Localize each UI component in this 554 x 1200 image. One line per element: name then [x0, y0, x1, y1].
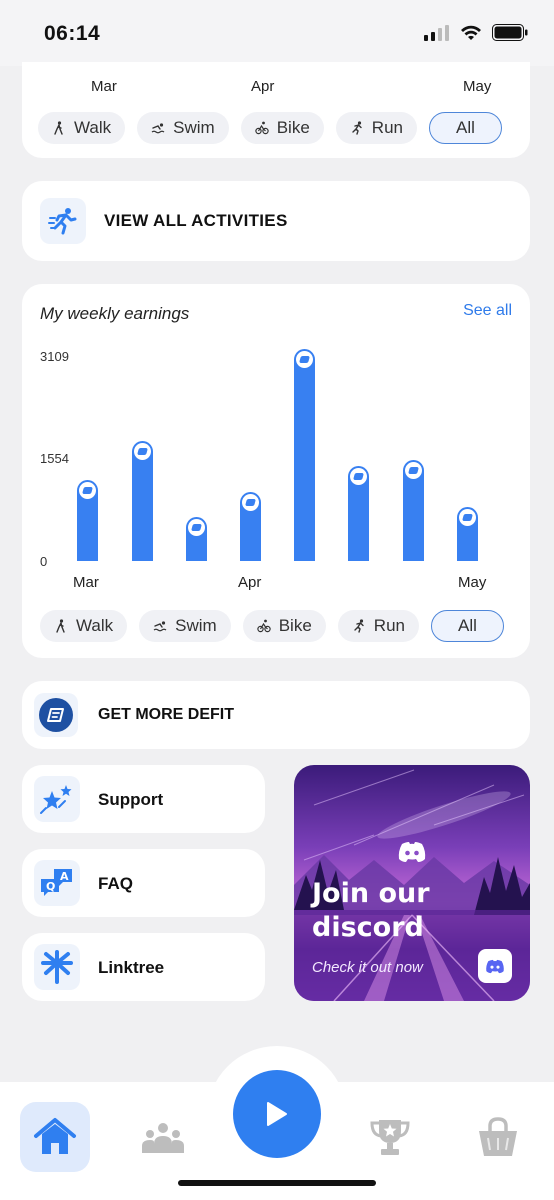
- filter-all[interactable]: All: [430, 610, 504, 642]
- y-tick-label: 1554: [40, 451, 69, 466]
- defit-coin-icon: [459, 508, 476, 526]
- discord-logo-icon: [398, 842, 426, 862]
- filter-label: Run: [371, 118, 403, 137]
- support-button[interactable]: Support: [22, 765, 265, 833]
- defit-coin-icon: [79, 482, 96, 500]
- filter-bike[interactable]: Bike: [240, 112, 324, 144]
- filter-label: Swim: [175, 616, 217, 635]
- battery-icon: [492, 24, 528, 41]
- y-tick-label: 0: [40, 554, 48, 569]
- tab-shop[interactable]: [463, 1102, 533, 1172]
- linktree-icon: [34, 944, 80, 990]
- filter-walk[interactable]: Walk: [40, 610, 128, 642]
- tab-trophy[interactable]: [355, 1102, 425, 1172]
- run-icon: [352, 121, 362, 135]
- filter-bike[interactable]: Bike: [242, 610, 326, 642]
- run-icon: [354, 619, 364, 633]
- activity-chart-card: Mar Apr May Walk Swim Bike Run All: [22, 62, 530, 158]
- x-tick-label: Mar: [73, 574, 99, 591]
- earnings-chart: 3109 1554 0 Mar Apr May: [22, 284, 530, 604]
- view-all-activities-button[interactable]: VIEW ALL ACTIVITIES: [22, 181, 530, 261]
- status-time: 06:14: [44, 22, 101, 45]
- faq-button[interactable]: A Q FAQ: [22, 849, 265, 917]
- bike-icon: [257, 619, 271, 633]
- month-label: Mar: [91, 78, 117, 95]
- filter-run[interactable]: Run: [335, 112, 417, 144]
- filter-label: Run: [373, 616, 405, 635]
- defit-coin-icon: [405, 462, 422, 480]
- support-label: Support: [98, 790, 164, 809]
- earnings-bar: [132, 440, 153, 561]
- filter-run[interactable]: Run: [337, 610, 419, 642]
- running-person-icon: [40, 198, 86, 244]
- tab-community[interactable]: [128, 1102, 198, 1172]
- x-tick-label: Apr: [238, 574, 262, 591]
- x-tick-label: May: [458, 574, 487, 591]
- activity-filter-row: Walk Swim Bike Run All: [38, 112, 502, 144]
- earnings-filter-row: Walk Swim Bike Run All: [40, 610, 504, 642]
- defit-coin-icon: [188, 518, 205, 536]
- play-button[interactable]: [233, 1070, 321, 1158]
- filter-label: All: [457, 616, 477, 635]
- status-bar: 06:14: [0, 0, 554, 66]
- discord-title: Join our discord: [312, 877, 430, 945]
- get-more-defit-button[interactable]: GET MORE DEFIT: [22, 681, 530, 749]
- swim-icon: [151, 123, 165, 134]
- qa-bubbles-icon: A Q: [34, 860, 80, 906]
- walk-icon: [54, 121, 63, 135]
- defit-coin-icon: [296, 350, 313, 368]
- play-icon: [267, 1102, 287, 1126]
- filter-swim[interactable]: Swim: [137, 112, 229, 144]
- earnings-bar: [457, 506, 478, 561]
- shop-bag-icon: [479, 1117, 517, 1156]
- filter-label: Swim: [173, 118, 215, 137]
- earnings-bar: [403, 460, 424, 561]
- discord-banner[interactable]: Join our discord Check it out now: [294, 765, 530, 1001]
- view-all-activities-label: VIEW ALL ACTIVITIES: [104, 211, 288, 230]
- filter-label: Walk: [74, 118, 112, 137]
- swim-icon: [153, 621, 167, 632]
- y-tick-label: 3109: [40, 349, 69, 364]
- filter-walk[interactable]: Walk: [38, 112, 126, 144]
- defit-coin-icon: [134, 442, 151, 460]
- weekly-earnings-card: My weekly earnings See all 3109 1554 0 M…: [22, 284, 530, 658]
- filter-label: Bike: [278, 616, 312, 635]
- earnings-bar: [294, 348, 315, 561]
- bike-icon: [255, 121, 269, 135]
- defit-coin-icon: [242, 494, 259, 512]
- stars-icon: [34, 776, 80, 822]
- earnings-bar: [240, 492, 261, 561]
- status-icons: [424, 24, 528, 41]
- defit-coin-icon: [350, 468, 367, 486]
- walk-icon: [56, 619, 65, 633]
- discord-title-line: Join our: [312, 878, 430, 909]
- linktree-label: Linktree: [98, 958, 165, 977]
- cellular-signal-icon: [424, 24, 449, 41]
- earnings-bar: [186, 516, 207, 561]
- tab-home[interactable]: [20, 1102, 90, 1172]
- discord-icon[interactable]: [478, 949, 512, 983]
- wifi-icon: [461, 25, 481, 40]
- discord-subtitle: Check it out now: [312, 959, 423, 976]
- month-label: Apr: [251, 78, 275, 95]
- svg-text:A: A: [60, 870, 69, 883]
- community-icon: [142, 1123, 184, 1153]
- trophy-icon: [370, 1120, 410, 1155]
- discord-title-line: discord: [312, 912, 424, 943]
- earnings-bar: [77, 480, 98, 561]
- get-more-defit-label: GET MORE DEFIT: [98, 706, 234, 723]
- filter-label: All: [455, 118, 475, 137]
- filter-label: Bike: [276, 118, 310, 137]
- linktree-button[interactable]: Linktree: [22, 933, 265, 1001]
- faq-label: FAQ: [98, 874, 133, 893]
- svg-text:Q: Q: [46, 880, 55, 893]
- defit-coin-icon: [34, 693, 78, 737]
- filter-label: Walk: [76, 616, 114, 635]
- home-indicator: [178, 1180, 376, 1186]
- home-icon: [34, 1118, 76, 1154]
- filter-swim[interactable]: Swim: [139, 610, 231, 642]
- earnings-bar: [348, 466, 369, 561]
- filter-all[interactable]: All: [428, 112, 502, 144]
- month-label: May: [463, 78, 492, 95]
